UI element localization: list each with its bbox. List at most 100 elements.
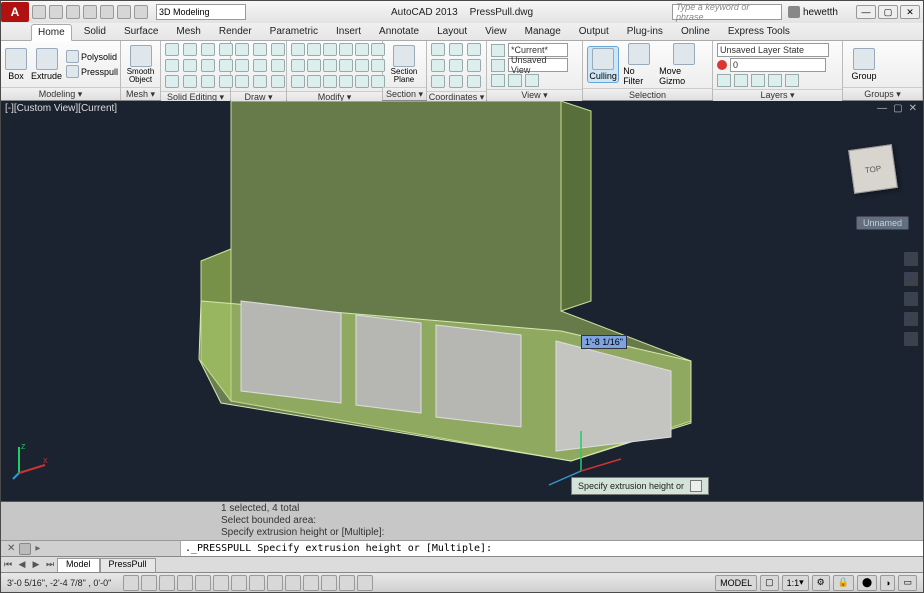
- culling-button[interactable]: Culling: [587, 46, 619, 83]
- nav-zoom-icon[interactable]: [903, 291, 919, 307]
- coord-icon[interactable]: [467, 75, 481, 88]
- tpy-icon[interactable]: [303, 575, 319, 591]
- qat-open-icon[interactable]: [49, 5, 63, 19]
- hardware-accel-icon[interactable]: ⬤: [857, 575, 877, 591]
- cmd-recent-icon[interactable]: [19, 543, 31, 555]
- coord-icon[interactable]: [431, 75, 445, 88]
- isolate-icon[interactable]: ◑: [880, 575, 895, 591]
- scale-button[interactable]: 1:1 ▾: [782, 575, 809, 591]
- se-icon[interactable]: [165, 43, 179, 56]
- draw-icon[interactable]: [235, 59, 249, 72]
- modelspace-button[interactable]: MODEL: [715, 575, 757, 591]
- drawing-viewport[interactable]: [-][Custom View][Current] — ▢ ✕: [1, 101, 923, 501]
- lwt-icon[interactable]: [285, 575, 301, 591]
- qat-undo-icon[interactable]: [117, 5, 131, 19]
- draw-icon[interactable]: [271, 43, 285, 56]
- qat-plot-icon[interactable]: [100, 5, 114, 19]
- viewcube-unnamed[interactable]: Unnamed: [856, 216, 909, 230]
- draw-icon[interactable]: [253, 59, 267, 72]
- box-button[interactable]: Box: [5, 48, 27, 81]
- polar-icon[interactable]: [177, 575, 193, 591]
- snap-icon[interactable]: [123, 575, 139, 591]
- draw-icon[interactable]: [271, 75, 285, 88]
- view-icon[interactable]: [491, 59, 505, 72]
- layer-icon[interactable]: [785, 74, 799, 87]
- tab-output[interactable]: Output: [573, 24, 615, 39]
- modify-icon[interactable]: [291, 59, 305, 72]
- search-input[interactable]: Type a keyword or phrase: [672, 4, 782, 20]
- modify-icon[interactable]: [291, 75, 305, 88]
- tab-solid[interactable]: Solid: [78, 24, 112, 39]
- viewport-max-icon[interactable]: ▢: [893, 103, 902, 114]
- panel-modeling-label[interactable]: Modeling ▾: [1, 87, 120, 100]
- dynamic-prompt-dropdown-icon[interactable]: [690, 480, 702, 492]
- nav-wheel-icon[interactable]: [903, 251, 919, 267]
- layer-icon[interactable]: [734, 74, 748, 87]
- minimize-button[interactable]: —: [856, 5, 876, 19]
- layer-icon[interactable]: [717, 74, 731, 87]
- am-icon[interactable]: [357, 575, 373, 591]
- layerstate-dropdown[interactable]: Unsaved Layer State: [717, 43, 829, 57]
- close-button[interactable]: ✕: [900, 5, 920, 19]
- dyn-icon[interactable]: [267, 575, 283, 591]
- viewcube[interactable]: TOP: [843, 141, 903, 201]
- se-icon[interactable]: [201, 59, 215, 72]
- modify-icon[interactable]: [291, 43, 305, 56]
- sc-icon[interactable]: [339, 575, 355, 591]
- view-icon[interactable]: [525, 74, 539, 87]
- panel-section-label[interactable]: Section ▾: [383, 87, 426, 100]
- tab-last-icon[interactable]: ⏭: [43, 559, 57, 570]
- coord-icon[interactable]: [449, 75, 463, 88]
- se-icon[interactable]: [183, 59, 197, 72]
- tab-next-icon[interactable]: ▶: [29, 559, 43, 570]
- qat-new-icon[interactable]: [32, 5, 46, 19]
- modify-icon[interactable]: [355, 43, 369, 56]
- app-menu-button[interactable]: A: [1, 2, 29, 22]
- tab-render[interactable]: Render: [213, 24, 258, 39]
- tab-layout-presspull[interactable]: PressPull: [100, 558, 156, 572]
- tab-home[interactable]: Home: [31, 24, 72, 41]
- modify-icon[interactable]: [307, 75, 321, 88]
- cleanscreen-icon[interactable]: ▭: [898, 575, 917, 591]
- panel-mesh-label[interactable]: Mesh ▾: [121, 87, 160, 100]
- tab-surface[interactable]: Surface: [118, 24, 164, 39]
- modify-icon[interactable]: [323, 75, 337, 88]
- draw-icon[interactable]: [235, 43, 249, 56]
- tab-view[interactable]: View: [479, 24, 513, 39]
- nav-pan-icon[interactable]: [903, 271, 919, 287]
- tab-layout[interactable]: Layout: [431, 24, 473, 39]
- se-icon[interactable]: [201, 75, 215, 88]
- unsaved-view-dropdown[interactable]: Unsaved View: [508, 58, 568, 72]
- layer-icon[interactable]: [768, 74, 782, 87]
- ucs-icon[interactable]: Z X: [11, 441, 51, 481]
- nofilter-button[interactable]: No Filter: [623, 43, 655, 86]
- tab-model[interactable]: Model: [57, 558, 100, 572]
- tab-first-icon[interactable]: ⏮: [1, 559, 15, 570]
- viewcube-face[interactable]: TOP: [848, 144, 898, 194]
- panel-layers-label[interactable]: Layers ▾: [713, 89, 842, 101]
- modify-icon[interactable]: [323, 43, 337, 56]
- tab-expresstools[interactable]: Express Tools: [722, 24, 796, 39]
- tab-prev-icon[interactable]: ◀: [15, 559, 29, 570]
- qat-redo-icon[interactable]: [134, 5, 148, 19]
- qat-save-icon[interactable]: [66, 5, 80, 19]
- cmd-close-icon[interactable]: ✕: [7, 543, 15, 554]
- osnap-icon[interactable]: [195, 575, 211, 591]
- coordinates-readout[interactable]: 3'-0 5/16", -2'-4 7/8" , 0'-0": [1, 578, 117, 588]
- draw-icon[interactable]: [271, 59, 285, 72]
- layer-icon[interactable]: [751, 74, 765, 87]
- coord-icon[interactable]: [431, 59, 445, 72]
- tab-online[interactable]: Online: [675, 24, 716, 39]
- workspace-dropdown[interactable]: 3D Modeling: [156, 4, 246, 20]
- presspull-button[interactable]: Presspull: [66, 65, 118, 79]
- modify-icon[interactable]: [307, 59, 321, 72]
- se-icon[interactable]: [165, 59, 179, 72]
- layer-dropdown[interactable]: 0: [730, 58, 826, 72]
- se-icon[interactable]: [201, 43, 215, 56]
- 3dosnap-icon[interactable]: [213, 575, 229, 591]
- view-icon[interactable]: [491, 44, 505, 57]
- ducs-icon[interactable]: [249, 575, 265, 591]
- modify-icon[interactable]: [307, 43, 321, 56]
- coord-icon[interactable]: [467, 59, 481, 72]
- ortho-icon[interactable]: [159, 575, 175, 591]
